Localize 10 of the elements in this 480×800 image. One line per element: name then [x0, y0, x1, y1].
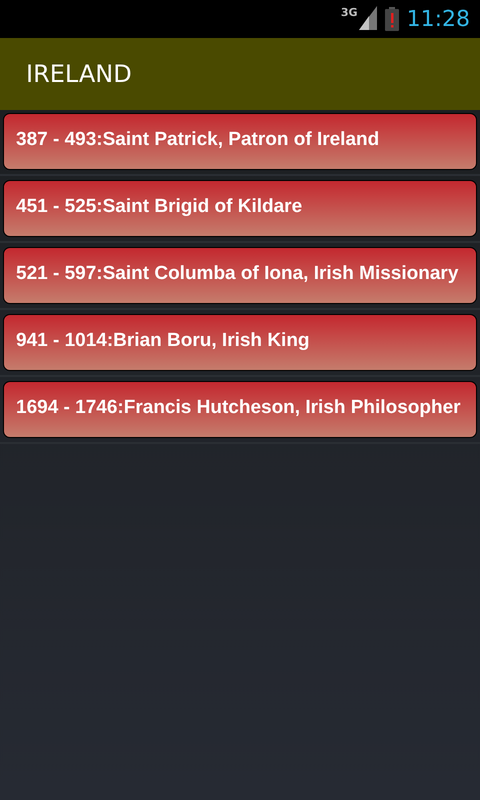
- list-item[interactable]: 387 - 493:Saint Patrick, Patron of Ireland: [3, 113, 477, 170]
- list-item[interactable]: 1694 - 1746:Francis Hutcheson, Irish Philosopher: [3, 381, 477, 438]
- screen-title: IRELAND: [26, 60, 132, 88]
- clock: 11:28: [406, 6, 470, 32]
- list-item[interactable]: 451 - 525:Saint Brigid of Kildare: [3, 180, 477, 237]
- signal-icon: [358, 6, 377, 30]
- battery-icon: [384, 7, 399, 31]
- list-item[interactable]: 941 - 1014:Brian Boru, Irish King: [3, 314, 477, 371]
- network-type: 3G: [340, 6, 358, 19]
- list-item[interactable]: 521 - 597:Saint Columba of Iona, Irish Missionary: [3, 247, 477, 304]
